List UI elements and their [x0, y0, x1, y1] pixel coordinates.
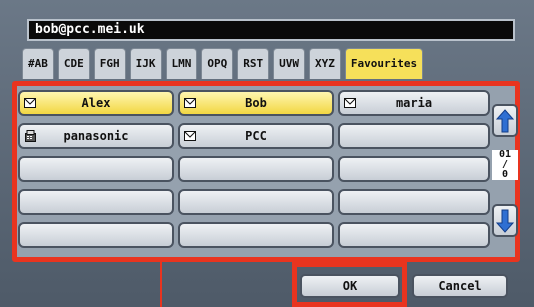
tab-lmn[interactable]: LMN: [165, 48, 198, 79]
email-icon: [344, 97, 356, 108]
tab-favourites[interactable]: Favourites: [344, 48, 424, 79]
contact-slot[interactable]: [18, 189, 174, 215]
tab-opq[interactable]: OPQ: [201, 48, 234, 79]
tab-ab[interactable]: #AB: [22, 48, 54, 79]
tab-ijk[interactable]: IJK: [129, 48, 162, 79]
tab-cde[interactable]: CDE: [57, 48, 90, 79]
tab-rst[interactable]: RST: [237, 48, 270, 79]
index-tabs: #AB CDE FGH IJK LMN OPQ RST UVW XYZ Favo…: [22, 48, 424, 80]
contact-slot[interactable]: [338, 123, 490, 149]
contact-slot[interactable]: maria: [338, 90, 490, 116]
contact-slot[interactable]: PCC: [178, 123, 334, 149]
contact-slot[interactable]: [338, 156, 490, 182]
arrow-down-icon: [496, 209, 514, 233]
tab-uvw[interactable]: UVW: [273, 48, 305, 79]
contact-label: Bob: [245, 96, 267, 110]
contact-slot[interactable]: [18, 222, 174, 248]
contact-label: panasonic: [63, 129, 129, 143]
arrow-up-icon: [496, 108, 514, 132]
email-icon: [24, 97, 36, 108]
contact-label: maria: [395, 96, 433, 110]
page-scroller: 01 / 0: [492, 104, 518, 241]
contact-slot[interactable]: Bob: [178, 90, 334, 116]
contact-slot[interactable]: [18, 156, 174, 182]
fax-icon: [24, 129, 36, 142]
callout-line: [160, 262, 162, 307]
page-indicator: 01 / 0: [492, 150, 518, 180]
tab-fgh[interactable]: FGH: [93, 48, 126, 79]
contact-slot[interactable]: [178, 156, 334, 182]
cancel-button[interactable]: Cancel: [412, 274, 508, 298]
contact-label: Alex: [81, 96, 111, 110]
contact-slot[interactable]: Alex: [18, 90, 174, 116]
contact-slot[interactable]: [338, 222, 490, 248]
contact-slot[interactable]: panasonic: [18, 123, 174, 149]
email-icon: [184, 97, 196, 108]
contact-slot[interactable]: [178, 222, 334, 248]
contact-grid: Alex Bob maria panasonic PCC: [18, 90, 490, 248]
page-total: 0: [501, 169, 509, 180]
contact-slot[interactable]: [178, 189, 334, 215]
contact-label: PCC: [245, 129, 267, 143]
ok-button[interactable]: OK: [300, 274, 400, 298]
address-display: bob@pcc.mei.uk: [27, 19, 515, 41]
email-icon: [184, 130, 196, 141]
contact-slot[interactable]: [338, 189, 490, 215]
scroll-up-button[interactable]: [492, 104, 518, 137]
tab-xyz[interactable]: XYZ: [309, 48, 341, 79]
scroll-down-button[interactable]: [492, 204, 518, 237]
